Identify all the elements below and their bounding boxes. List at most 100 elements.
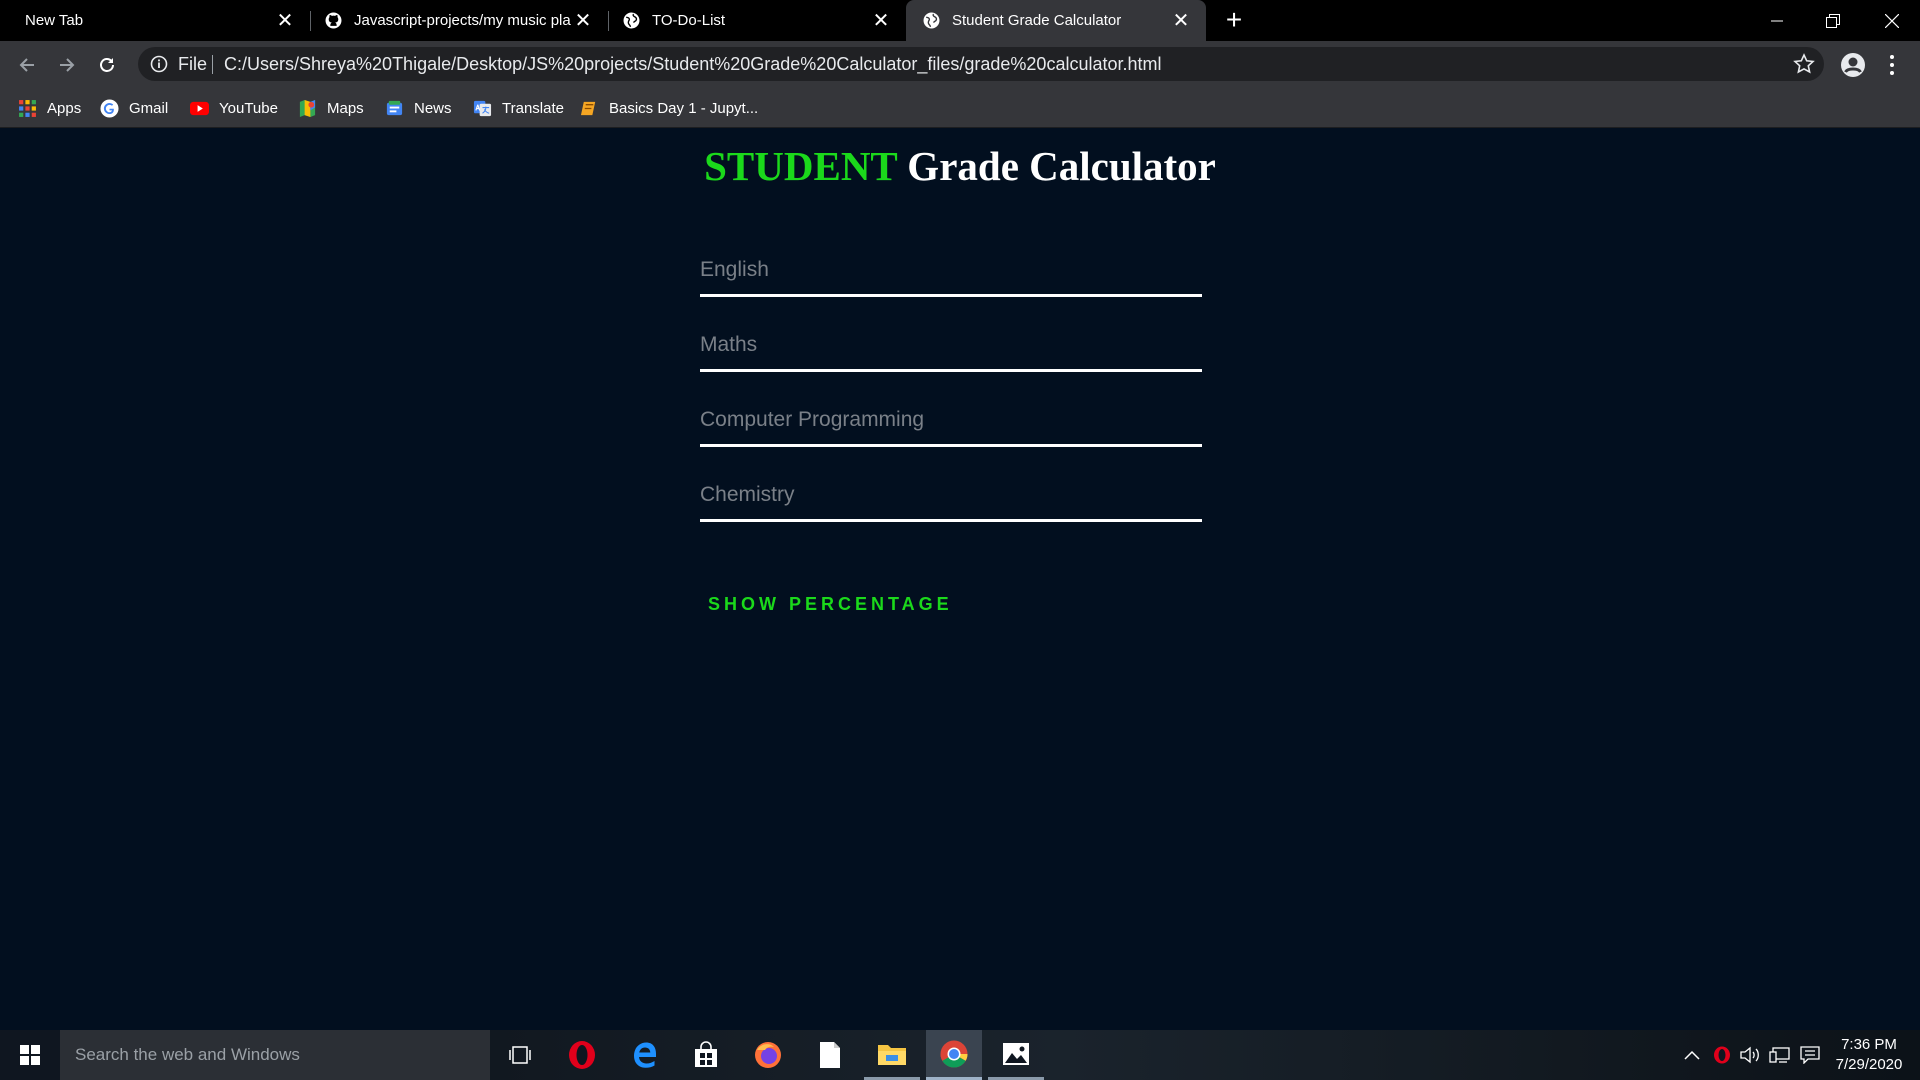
opera-tray-icon[interactable] (1710, 1043, 1734, 1067)
english-input[interactable] (700, 243, 1202, 294)
file-explorer-icon (878, 1044, 906, 1065)
english-field-wrapper (700, 243, 1202, 297)
scheme-label: File (178, 54, 208, 74)
minimize-button[interactable] (1749, 0, 1805, 41)
opera-app[interactable] (554, 1030, 610, 1080)
opera-icon (569, 1041, 595, 1069)
windows-logo-icon (20, 1045, 40, 1065)
bookmark-label: News (414, 99, 452, 117)
restore-icon (1826, 13, 1840, 28)
close-icon[interactable]: ✕ (572, 9, 594, 32)
bookmark-youtube[interactable]: YouTube (190, 88, 278, 128)
minimize-icon (1771, 20, 1783, 21)
page-title-accent: STUDENT (704, 143, 898, 189)
maths-input[interactable] (700, 318, 1202, 369)
store-app[interactable] (678, 1030, 734, 1080)
address-url[interactable]: C:/Users/Shreya%20Thigale/Desktop/JS%20p… (224, 54, 1162, 75)
tab-title: Student Grade Calculator (952, 12, 1122, 29)
photos-app[interactable] (988, 1030, 1044, 1080)
page-title-rest: Grade Calculator (897, 143, 1216, 189)
tab-todo-list[interactable]: TO-Do-List ✕ (608, 0, 906, 41)
globe-icon (623, 12, 640, 29)
chemistry-field-wrapper (700, 468, 1202, 522)
browser-toolbar: File C:/Users/Shreya%20Thigale/Desktop/J… (0, 41, 1920, 88)
start-button[interactable] (0, 1030, 60, 1080)
reload-icon (100, 58, 114, 72)
computer-programming-field-wrapper (700, 393, 1202, 447)
volume-icon[interactable] (1738, 1043, 1762, 1067)
bookmark-maps[interactable]: Maps (298, 88, 364, 128)
bookmark-news[interactable]: News (385, 88, 452, 128)
apps-grid-icon (19, 99, 36, 117)
close-icon (1885, 13, 1899, 28)
photos-icon (1003, 1042, 1029, 1065)
maths-field-wrapper (700, 318, 1202, 372)
github-icon (325, 12, 342, 29)
star-icon[interactable] (1792, 52, 1816, 76)
edge-app[interactable] (617, 1030, 673, 1080)
bookmark-label: Gmail (129, 99, 169, 117)
bookmark-gmail[interactable]: Gmail (100, 88, 168, 128)
arrow-right-icon (60, 58, 75, 72)
clock-time: 7:36 PM (1841, 1036, 1897, 1053)
arrow-left-icon (19, 58, 34, 72)
bookmark-label: Apps (47, 99, 82, 117)
taskbar-clock[interactable]: 7:36 PM 7/29/2020 (1830, 1035, 1908, 1075)
file-icon (820, 1042, 840, 1068)
chrome-icon (940, 1040, 968, 1067)
google-icon (100, 98, 119, 118)
close-window-button[interactable] (1864, 0, 1920, 41)
grade-form (700, 243, 1202, 543)
bookmark-label: Basics Day 1 - Jupyt... (609, 99, 759, 117)
back-button[interactable] (13, 51, 41, 79)
news-icon (386, 100, 403, 115)
tab-new-tab[interactable]: New Tab ✕ (0, 0, 311, 41)
restore-button[interactable] (1805, 0, 1861, 41)
info-icon[interactable] (150, 55, 168, 73)
taskbar-search[interactable]: Search the web and Windows (60, 1030, 490, 1080)
bookmark-jupyter[interactable]: Basics Day 1 - Jupyt... (580, 88, 758, 128)
file-explorer-app[interactable] (864, 1030, 920, 1080)
page-content: STUDENT Grade Calculator SHOW PERCENTAGE (0, 128, 1920, 1030)
tab-title: New Tab (25, 12, 84, 29)
bookmark-apps[interactable]: Apps (18, 88, 81, 128)
globe-icon (923, 12, 940, 29)
tab-github[interactable]: Javascript-projects/my music pla ✕ (310, 0, 609, 41)
address-separator (212, 55, 213, 74)
bookmark-label: YouTube (219, 99, 278, 117)
close-icon[interactable]: ✕ (274, 9, 296, 32)
network-icon[interactable] (1768, 1043, 1792, 1067)
tab-strip: New Tab ✕ Javascript-projects/my music p… (0, 0, 1920, 41)
edge-icon (634, 1042, 656, 1068)
profile-icon[interactable] (1838, 50, 1868, 80)
chemistry-input[interactable] (700, 468, 1202, 519)
notifications-icon[interactable] (1798, 1043, 1822, 1067)
task-view-icon (509, 1046, 531, 1064)
firefox-icon (755, 1042, 781, 1068)
forward-button[interactable] (53, 51, 81, 79)
bookmark-label: Maps (327, 99, 364, 117)
youtube-icon (190, 101, 209, 115)
bookmarks-bar: Apps Gmail YouTube Maps News Translate B… (0, 88, 1920, 128)
file-app[interactable] (802, 1030, 858, 1080)
tab-student-grade-calculator[interactable]: Student Grade Calculator ✕ (906, 0, 1206, 41)
address-bar[interactable]: File C:/Users/Shreya%20Thigale/Desktop/J… (138, 47, 1824, 81)
task-view-button[interactable] (492, 1030, 548, 1080)
tab-title: TO-Do-List (652, 12, 726, 29)
close-icon[interactable]: ✕ (1170, 9, 1192, 32)
page-title: STUDENT Grade Calculator (0, 142, 1920, 190)
jupyter-icon (580, 101, 596, 115)
translate-icon (473, 100, 492, 116)
reload-button[interactable] (93, 51, 121, 79)
store-icon (695, 1041, 717, 1067)
close-icon[interactable]: ✕ (870, 9, 892, 32)
chevron-up-icon[interactable] (1680, 1043, 1704, 1067)
menu-button[interactable] (1880, 50, 1904, 80)
firefox-app[interactable] (740, 1030, 796, 1080)
bookmark-translate[interactable]: Translate (473, 88, 564, 128)
chrome-app[interactable] (926, 1030, 982, 1080)
new-tab-button[interactable]: + (1220, 6, 1248, 34)
bookmark-label: Translate (502, 99, 564, 117)
computer-programming-input[interactable] (700, 393, 1202, 444)
show-percentage-button[interactable]: SHOW PERCENTAGE (708, 594, 953, 615)
